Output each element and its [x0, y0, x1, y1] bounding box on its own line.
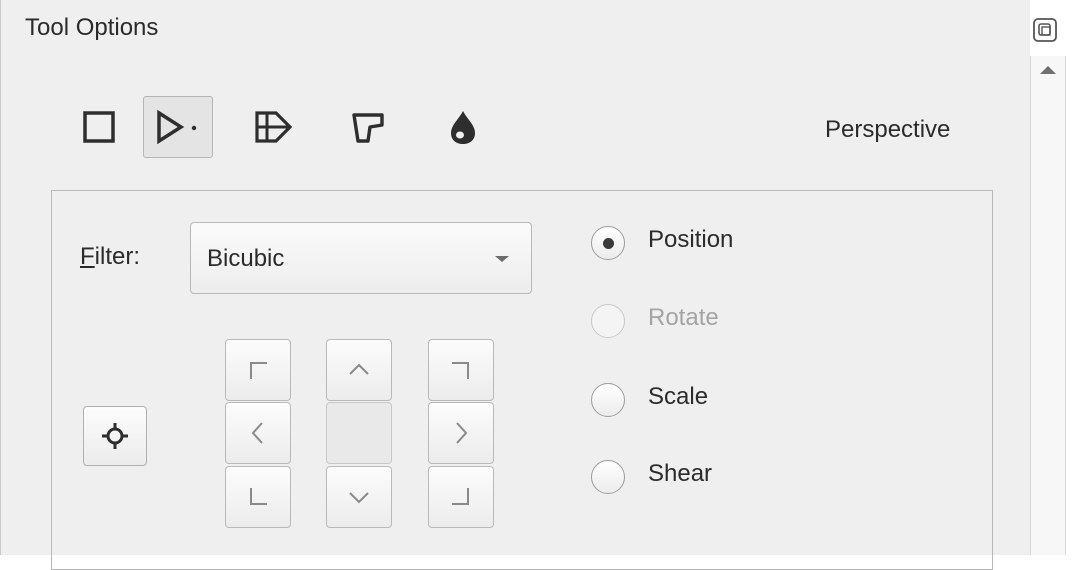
mode-cage-button[interactable]: [335, 96, 405, 158]
pivot-bottom-left-button[interactable]: [225, 466, 291, 528]
pivot-top-right-button[interactable]: [428, 339, 494, 401]
corner-top-right-icon: [452, 362, 469, 379]
radio-label: Shear: [648, 460, 713, 487]
filter-label: Filter:: [80, 243, 141, 270]
tool-options-panel: Tool Options Perspective Filter: Bicubic…: [0, 0, 1030, 570]
radio-button[interactable]: [591, 383, 625, 417]
vertical-scrollbar[interactable]: [1030, 56, 1066, 555]
mode-warp-button[interactable]: [239, 96, 309, 158]
pivot-left-button[interactable]: [225, 402, 291, 464]
pivot-button[interactable]: [83, 406, 147, 466]
radio-label: Position: [648, 226, 734, 253]
mode-liquify-button[interactable]: [428, 96, 498, 158]
chevron-right-icon: [456, 422, 468, 444]
pivot-center-button[interactable]: [326, 402, 392, 464]
mode-perspective-button[interactable]: [143, 96, 213, 158]
radio-button[interactable]: [591, 460, 625, 494]
cage-icon: [352, 113, 384, 143]
pivot-bottom-button[interactable]: [326, 466, 392, 528]
pivot-right-button[interactable]: [428, 402, 494, 464]
radio-button[interactable]: [591, 226, 625, 260]
window-edge: [1066, 0, 1078, 555]
scroll-up-arrow-icon[interactable]: [1040, 66, 1056, 74]
panel-title: Tool Options: [25, 14, 159, 41]
float-panel-button[interactable]: [1031, 16, 1059, 44]
radio-button: [591, 304, 625, 338]
pivot-bottom-right-button[interactable]: [428, 466, 494, 528]
corner-top-left-icon: [250, 362, 267, 379]
pivot-top-button[interactable]: [326, 339, 392, 401]
chevron-down-icon: [349, 492, 369, 504]
radio-label: Rotate: [648, 304, 719, 331]
corner-bottom-left-icon: [250, 488, 267, 505]
float-window-icon: [1033, 18, 1057, 42]
crosshair-icon: [102, 423, 128, 449]
perspective-icon: [157, 109, 197, 145]
chevron-down-icon: [495, 256, 509, 262]
chevron-up-icon: [349, 363, 369, 375]
radio-label: Scale: [648, 383, 709, 410]
mode-rectangle-button[interactable]: [64, 96, 134, 158]
radio-selected-dot: [603, 238, 614, 249]
filter-dropdown-value: Bicubic: [207, 245, 285, 272]
drop-icon: [451, 111, 475, 144]
square-icon: [83, 111, 115, 143]
transform-mode-label: Perspective: [825, 116, 951, 143]
corner-bottom-right-icon: [452, 488, 469, 505]
pivot-top-left-button[interactable]: [225, 339, 291, 401]
filter-dropdown[interactable]: Bicubic: [190, 222, 532, 294]
chevron-left-icon: [251, 422, 263, 444]
warp-grid-icon: [255, 111, 293, 143]
